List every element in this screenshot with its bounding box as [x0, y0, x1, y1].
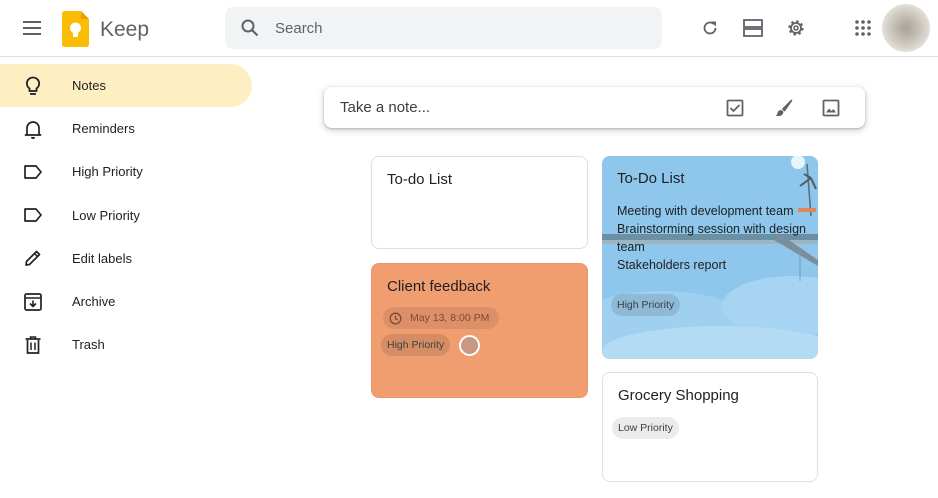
keep-logo-icon: [62, 11, 89, 47]
note-card[interactable]: Client feedback May 13, 8:00 PM High Pri…: [371, 263, 588, 398]
sidebar-item-reminders[interactable]: Reminders: [0, 107, 252, 150]
image-icon: [822, 99, 840, 117]
label-chip-text: High Priority: [387, 339, 445, 351]
sidebar-item-high-priority[interactable]: High Priority: [0, 150, 252, 193]
reminder-chip[interactable]: May 13, 8:00 PM: [383, 307, 500, 329]
note-card[interactable]: To-Do List Meeting with development team…: [602, 156, 818, 359]
clock-icon: [389, 312, 402, 324]
keep-logo[interactable]: [62, 11, 89, 47]
sidebar-item-trash[interactable]: Trash: [0, 323, 252, 366]
refresh-icon: [703, 21, 717, 35]
new-list-button[interactable]: [722, 95, 748, 121]
sidebar-item-label: Low Priority: [72, 207, 140, 223]
main-menu-button[interactable]: [18, 14, 46, 42]
list-view-icon: [743, 19, 763, 37]
label-icon: [22, 204, 44, 226]
sidebar-item-label: Archive: [72, 294, 116, 310]
settings-button[interactable]: [782, 14, 810, 42]
lightbulb-icon: [22, 75, 44, 97]
note-title: To-Do List: [617, 170, 685, 187]
label-chip-high-priority[interactable]: High Priority: [611, 294, 681, 316]
sidebar-item-label: High Priority: [72, 164, 143, 180]
label-chip-text: High Priority: [617, 299, 675, 311]
new-drawing-button[interactable]: [771, 95, 797, 121]
label-icon: [22, 161, 44, 183]
sidebar-item-label: Trash: [72, 337, 105, 353]
take-note-placeholder: Take a note...: [340, 99, 431, 116]
refresh-button[interactable]: [696, 14, 724, 42]
checkbox-icon: [726, 99, 744, 117]
search-input[interactable]: [275, 19, 635, 37]
pencil-icon: [22, 247, 44, 269]
sidebar-item-label: Reminders: [72, 121, 135, 137]
note-title: To-do List: [387, 171, 453, 188]
brush-icon: [775, 99, 793, 117]
label-chip-low-priority[interactable]: Low Priority: [612, 417, 679, 439]
note-card[interactable]: Grocery Shopping Low Priority: [602, 372, 818, 482]
list-view-button[interactable]: [739, 14, 767, 42]
note-title: Grocery Shopping: [618, 387, 739, 404]
note-card[interactable]: To-do List: [371, 156, 588, 249]
trash-icon: [22, 334, 44, 356]
note-body: Meeting with development team Brainstorm…: [617, 204, 806, 272]
label-chip-high-priority[interactable]: High Priority: [381, 334, 451, 356]
search-bar[interactable]: [225, 7, 662, 49]
gear-icon: [788, 20, 804, 36]
top-app-bar: Keep: [0, 0, 938, 57]
apps-grid-icon: [855, 20, 871, 36]
note-title: Client feedback: [387, 278, 491, 295]
sidebar-item-label: Edit labels: [72, 250, 132, 266]
new-image-button[interactable]: [818, 95, 844, 121]
sidebar-item-notes[interactable]: Notes: [0, 64, 252, 108]
reminder-text: May 13, 8:00 PM: [410, 312, 490, 324]
label-chip-text: Low Priority: [618, 422, 673, 434]
bell-icon: [22, 118, 44, 140]
collaborator-avatar[interactable]: [459, 335, 480, 356]
sidebar-item-low-priority[interactable]: Low Priority: [0, 194, 252, 237]
take-note-bar[interactable]: Take a note...: [324, 87, 865, 128]
account-avatar[interactable]: [882, 4, 930, 52]
sidebar: Notes Reminders High Priority Low Priori…: [0, 64, 260, 366]
sidebar-item-label: Notes: [72, 78, 106, 94]
archive-icon: [22, 291, 44, 313]
sidebar-item-edit-labels[interactable]: Edit labels: [0, 237, 252, 280]
sidebar-item-archive[interactable]: Archive: [0, 280, 252, 323]
app-title: Keep: [100, 18, 150, 41]
search-icon[interactable]: [225, 7, 275, 49]
google-apps-button[interactable]: [849, 14, 877, 42]
hamburger-icon: [23, 21, 41, 35]
